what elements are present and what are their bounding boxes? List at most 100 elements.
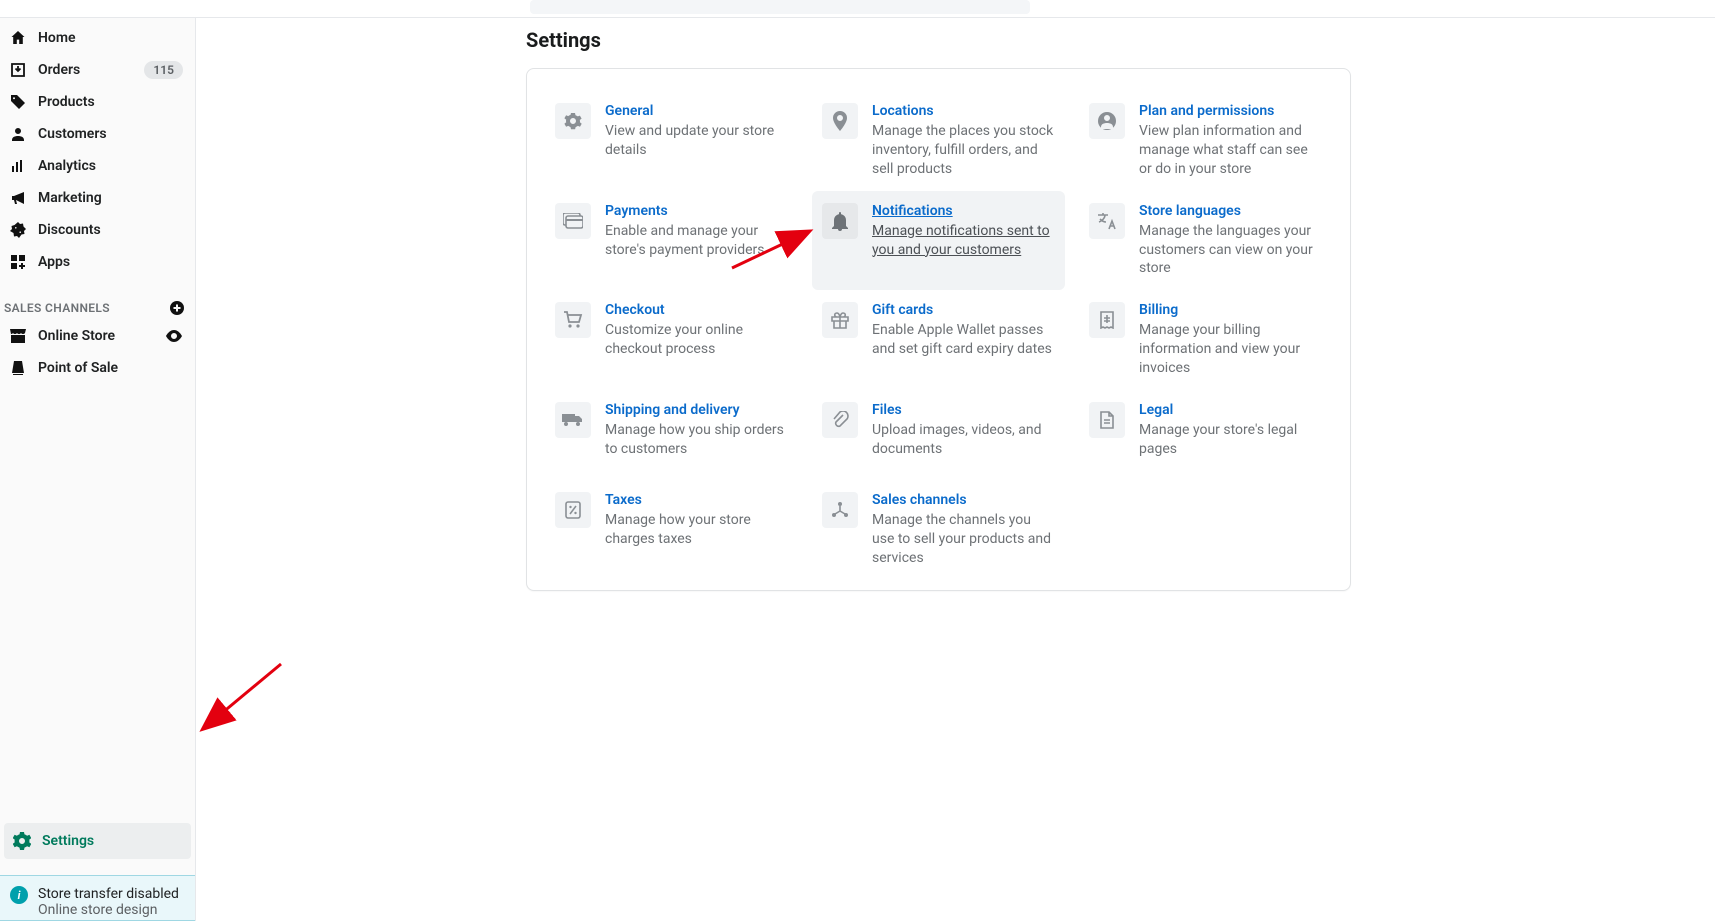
- banner-line-2: Online store design: [38, 902, 179, 918]
- tile-desc: Manage notifications sent to you and you…: [872, 222, 1055, 260]
- sidebar-settings-label: Settings: [42, 833, 94, 849]
- orders-badge: 115: [144, 61, 183, 79]
- tile-desc: Manage the languages your customers can …: [1139, 222, 1322, 279]
- nav-marketing-label: Marketing: [38, 190, 102, 206]
- tile-title: Store languages: [1139, 203, 1322, 219]
- store-icon: [8, 326, 28, 346]
- tile-legal[interactable]: Legal Manage your store's legal pages: [1079, 390, 1332, 480]
- tile-title: General: [605, 103, 788, 119]
- page-title: Settings: [526, 28, 1715, 52]
- tile-title: Payments: [605, 203, 788, 219]
- tile-checkout[interactable]: Checkout Customize your online checkout …: [545, 290, 798, 390]
- tile-title: Sales channels: [872, 492, 1055, 508]
- add-channel-icon[interactable]: [169, 300, 185, 316]
- pos-icon: [8, 358, 28, 378]
- discount-icon: [8, 220, 28, 240]
- tile-title: Gift cards: [872, 302, 1055, 318]
- bar-chart-icon: [8, 156, 28, 176]
- tile-desc: Manage your billing information and view…: [1139, 321, 1322, 378]
- orders-icon: [8, 60, 28, 80]
- tile-general[interactable]: General View and update your store detai…: [545, 91, 798, 191]
- top-bar: [0, 0, 1715, 18]
- sidebar: Home Orders 115 Products Customers: [0, 0, 196, 921]
- percent-icon: [555, 492, 591, 528]
- tile-title: Taxes: [605, 492, 788, 508]
- nav-products[interactable]: Products: [0, 86, 195, 118]
- transfer-banner: i Store transfer disabled Online store d…: [0, 875, 195, 921]
- tile-billing[interactable]: Billing Manage your billing information …: [1079, 290, 1332, 390]
- nav-customers[interactable]: Customers: [0, 118, 195, 150]
- sales-channels-title: SALES CHANNELS: [4, 301, 110, 315]
- truck-icon: [555, 402, 591, 438]
- tile-taxes[interactable]: Taxes Manage how your store charges taxe…: [545, 480, 798, 580]
- tile-desc: Enable and manage your store's payment p…: [605, 222, 788, 260]
- cart-icon: [555, 302, 591, 338]
- tile-title: Billing: [1139, 302, 1322, 318]
- tile-plan[interactable]: Plan and permissions View plan informati…: [1079, 91, 1332, 191]
- gear-icon: [555, 103, 591, 139]
- nav-list: Home Orders 115 Products Customers: [0, 22, 195, 282]
- megaphone-icon: [8, 188, 28, 208]
- nav-marketing[interactable]: Marketing: [0, 182, 195, 214]
- gift-icon: [822, 302, 858, 338]
- nav-products-label: Products: [38, 94, 95, 110]
- tile-desc: Manage the places you stock inventory, f…: [872, 122, 1055, 179]
- nav-apps-label: Apps: [38, 254, 70, 270]
- channel-pos[interactable]: Point of Sale: [0, 352, 195, 384]
- tile-desc: View plan information and manage what st…: [1139, 122, 1322, 179]
- doc-icon: [1089, 402, 1125, 438]
- eye-icon[interactable]: [165, 330, 183, 342]
- channels-list: Online Store Point of Sale: [0, 320, 195, 388]
- user-circle-icon: [1089, 103, 1125, 139]
- bell-icon: [822, 203, 858, 239]
- card-icon: [555, 203, 591, 239]
- sales-channels-header: SALES CHANNELS: [0, 282, 195, 320]
- home-icon: [8, 28, 28, 48]
- tile-title: Locations: [872, 103, 1055, 119]
- person-icon: [8, 124, 28, 144]
- tile-title: Notifications: [872, 203, 1055, 219]
- tile-desc: View and update your store details: [605, 122, 788, 160]
- tile-languages[interactable]: Store languages Manage the languages you…: [1079, 191, 1332, 291]
- nav-discounts[interactable]: Discounts: [0, 214, 195, 246]
- info-icon: i: [10, 886, 28, 904]
- tile-desc: Manage the channels you use to sell your…: [872, 511, 1055, 568]
- nav-customers-label: Customers: [38, 126, 107, 142]
- tile-title: Files: [872, 402, 1055, 418]
- nav-orders[interactable]: Orders 115: [0, 54, 195, 86]
- gear-icon: [12, 831, 32, 851]
- nav-home[interactable]: Home: [0, 22, 195, 54]
- tag-icon: [8, 92, 28, 112]
- translate-icon: [1089, 203, 1125, 239]
- nav-apps[interactable]: Apps: [0, 246, 195, 278]
- tile-payments[interactable]: Payments Enable and manage your store's …: [545, 191, 798, 291]
- receipt-icon: [1089, 302, 1125, 338]
- tile-notifications[interactable]: Notifications Manage notifications sent …: [812, 191, 1065, 291]
- settings-card: General View and update your store detai…: [526, 68, 1351, 591]
- tile-desc: Manage your store's legal pages: [1139, 421, 1322, 459]
- tile-title: Shipping and delivery: [605, 402, 788, 418]
- apps-icon: [8, 252, 28, 272]
- tile-title: Checkout: [605, 302, 788, 318]
- nav-discounts-label: Discounts: [38, 222, 101, 238]
- tile-title: Plan and permissions: [1139, 103, 1322, 119]
- tile-title: Legal: [1139, 402, 1322, 418]
- nav-analytics[interactable]: Analytics: [0, 150, 195, 182]
- tile-giftcards[interactable]: Gift cards Enable Apple Wallet passes an…: [812, 290, 1065, 390]
- clip-icon: [822, 402, 858, 438]
- channel-online-store[interactable]: Online Store: [0, 320, 195, 352]
- tile-desc: Enable Apple Wallet passes and set gift …: [872, 321, 1055, 359]
- sidebar-settings[interactable]: Settings: [4, 823, 191, 859]
- banner-line-1: Store transfer disabled: [38, 886, 179, 902]
- tile-locations[interactable]: Locations Manage the places you stock in…: [812, 91, 1065, 191]
- tile-files[interactable]: Files Upload images, videos, and documen…: [812, 390, 1065, 480]
- tile-desc: Manage how your store charges taxes: [605, 511, 788, 549]
- nav-home-label: Home: [38, 30, 76, 46]
- nav-analytics-label: Analytics: [38, 158, 96, 174]
- channel-pos-label: Point of Sale: [38, 360, 118, 376]
- tile-saleschannels[interactable]: Sales channels Manage the channels you u…: [812, 480, 1065, 580]
- tile-desc: Manage how you ship orders to customers: [605, 421, 788, 459]
- share-icon: [822, 492, 858, 528]
- main-content: Settings General View and update your st…: [196, 0, 1715, 921]
- tile-shipping[interactable]: Shipping and delivery Manage how you shi…: [545, 390, 798, 480]
